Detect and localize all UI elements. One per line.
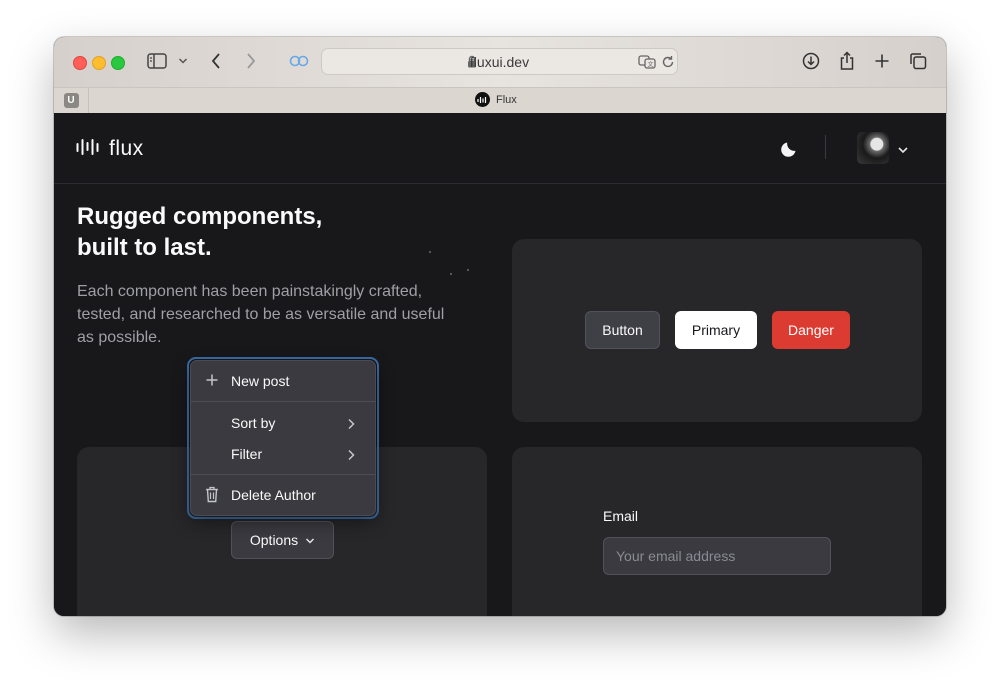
menu-item-label: Sort by bbox=[231, 415, 276, 431]
hero-title: Rugged components, built to last. bbox=[77, 201, 322, 263]
minimize-window-button[interactable] bbox=[92, 56, 106, 70]
tab-overview-icon[interactable] bbox=[907, 49, 929, 73]
sidebar-toggle-icon[interactable] bbox=[146, 49, 168, 73]
menu-item-new-post[interactable]: New post bbox=[191, 367, 375, 395]
pinned-tab-favicon: U bbox=[63, 93, 79, 108]
user-avatar[interactable] bbox=[857, 132, 889, 164]
share-icon[interactable] bbox=[836, 49, 858, 73]
menu-item-label: New post bbox=[231, 373, 290, 389]
pinned-tab[interactable]: U bbox=[54, 88, 89, 113]
menu-item-sort-by[interactable]: Sort by bbox=[191, 409, 375, 437]
email-label: Email bbox=[603, 508, 639, 524]
reload-icon[interactable] bbox=[662, 55, 675, 74]
menu-item-filter[interactable]: Filter bbox=[191, 440, 375, 468]
zoom-window-button[interactable] bbox=[111, 56, 125, 70]
forward-icon[interactable] bbox=[241, 49, 261, 73]
options-label: Options bbox=[249, 532, 299, 548]
menu-divider bbox=[191, 474, 375, 475]
chevron-down-icon bbox=[305, 532, 315, 548]
logo[interactable]: flux bbox=[76, 137, 144, 161]
tab-title: Flux bbox=[496, 93, 517, 106]
translate-icon[interactable]: 文 bbox=[638, 55, 656, 74]
hero-title-line: built to last. bbox=[77, 234, 212, 261]
options-dropdown-menu: New post Sort by Filter Delete Author bbox=[190, 360, 376, 516]
address-bar[interactable]: fluxui.dev 文 bbox=[321, 48, 678, 75]
plus-icon bbox=[205, 373, 219, 390]
logo-text: flux bbox=[109, 137, 144, 160]
site-header: flux bbox=[54, 113, 946, 184]
hero-description: Each component has been painstakingly cr… bbox=[77, 283, 445, 346]
chevron-right-icon bbox=[347, 448, 355, 464]
tab-bar: U Flux bbox=[54, 87, 946, 113]
url-text: fluxui.dev bbox=[469, 54, 530, 70]
hero-title-line: Rugged components, bbox=[77, 203, 323, 230]
danger-button[interactable]: Danger bbox=[772, 311, 850, 349]
menu-divider bbox=[191, 401, 375, 402]
header-divider bbox=[825, 135, 826, 159]
browser-toolbar: fluxui.dev 文 bbox=[54, 37, 946, 87]
sidebar-menu-chevron-icon[interactable] bbox=[175, 49, 191, 73]
chevron-down-icon[interactable] bbox=[897, 142, 909, 160]
svg-text:文: 文 bbox=[648, 61, 654, 69]
buttons-demo-card: Button Primary Danger bbox=[512, 239, 922, 422]
input-demo-card: Email bbox=[512, 447, 922, 616]
options-dropdown-button[interactable]: Options bbox=[231, 521, 334, 559]
menu-item-label: Filter bbox=[231, 446, 263, 462]
download-icon[interactable] bbox=[800, 49, 822, 73]
new-tab-icon[interactable] bbox=[872, 49, 892, 73]
default-button[interactable]: Button bbox=[585, 311, 660, 349]
menu-item-delete-author[interactable]: Delete Author bbox=[191, 481, 375, 509]
primary-button[interactable]: Primary bbox=[675, 311, 757, 349]
flux-logo-icon bbox=[76, 138, 99, 161]
dark-mode-toggle-icon[interactable] bbox=[780, 138, 800, 163]
menu-item-label: Delete Author bbox=[231, 487, 316, 503]
flux-favicon-icon bbox=[475, 92, 490, 107]
back-icon[interactable] bbox=[206, 49, 226, 73]
decorative-dot bbox=[429, 251, 431, 253]
trash-icon bbox=[205, 486, 219, 506]
tab-group-icon[interactable] bbox=[287, 49, 311, 73]
decorative-dot bbox=[450, 273, 452, 275]
browser-window: fluxui.dev 文 U Flux flux Rugged componen… bbox=[54, 37, 946, 616]
active-tab[interactable]: Flux bbox=[475, 92, 517, 107]
page-content: flux Rugged components, built to last. E… bbox=[54, 113, 946, 616]
chevron-right-icon bbox=[347, 417, 355, 433]
email-field[interactable] bbox=[603, 537, 831, 575]
decorative-dot bbox=[467, 269, 469, 271]
close-window-button[interactable] bbox=[73, 56, 87, 70]
